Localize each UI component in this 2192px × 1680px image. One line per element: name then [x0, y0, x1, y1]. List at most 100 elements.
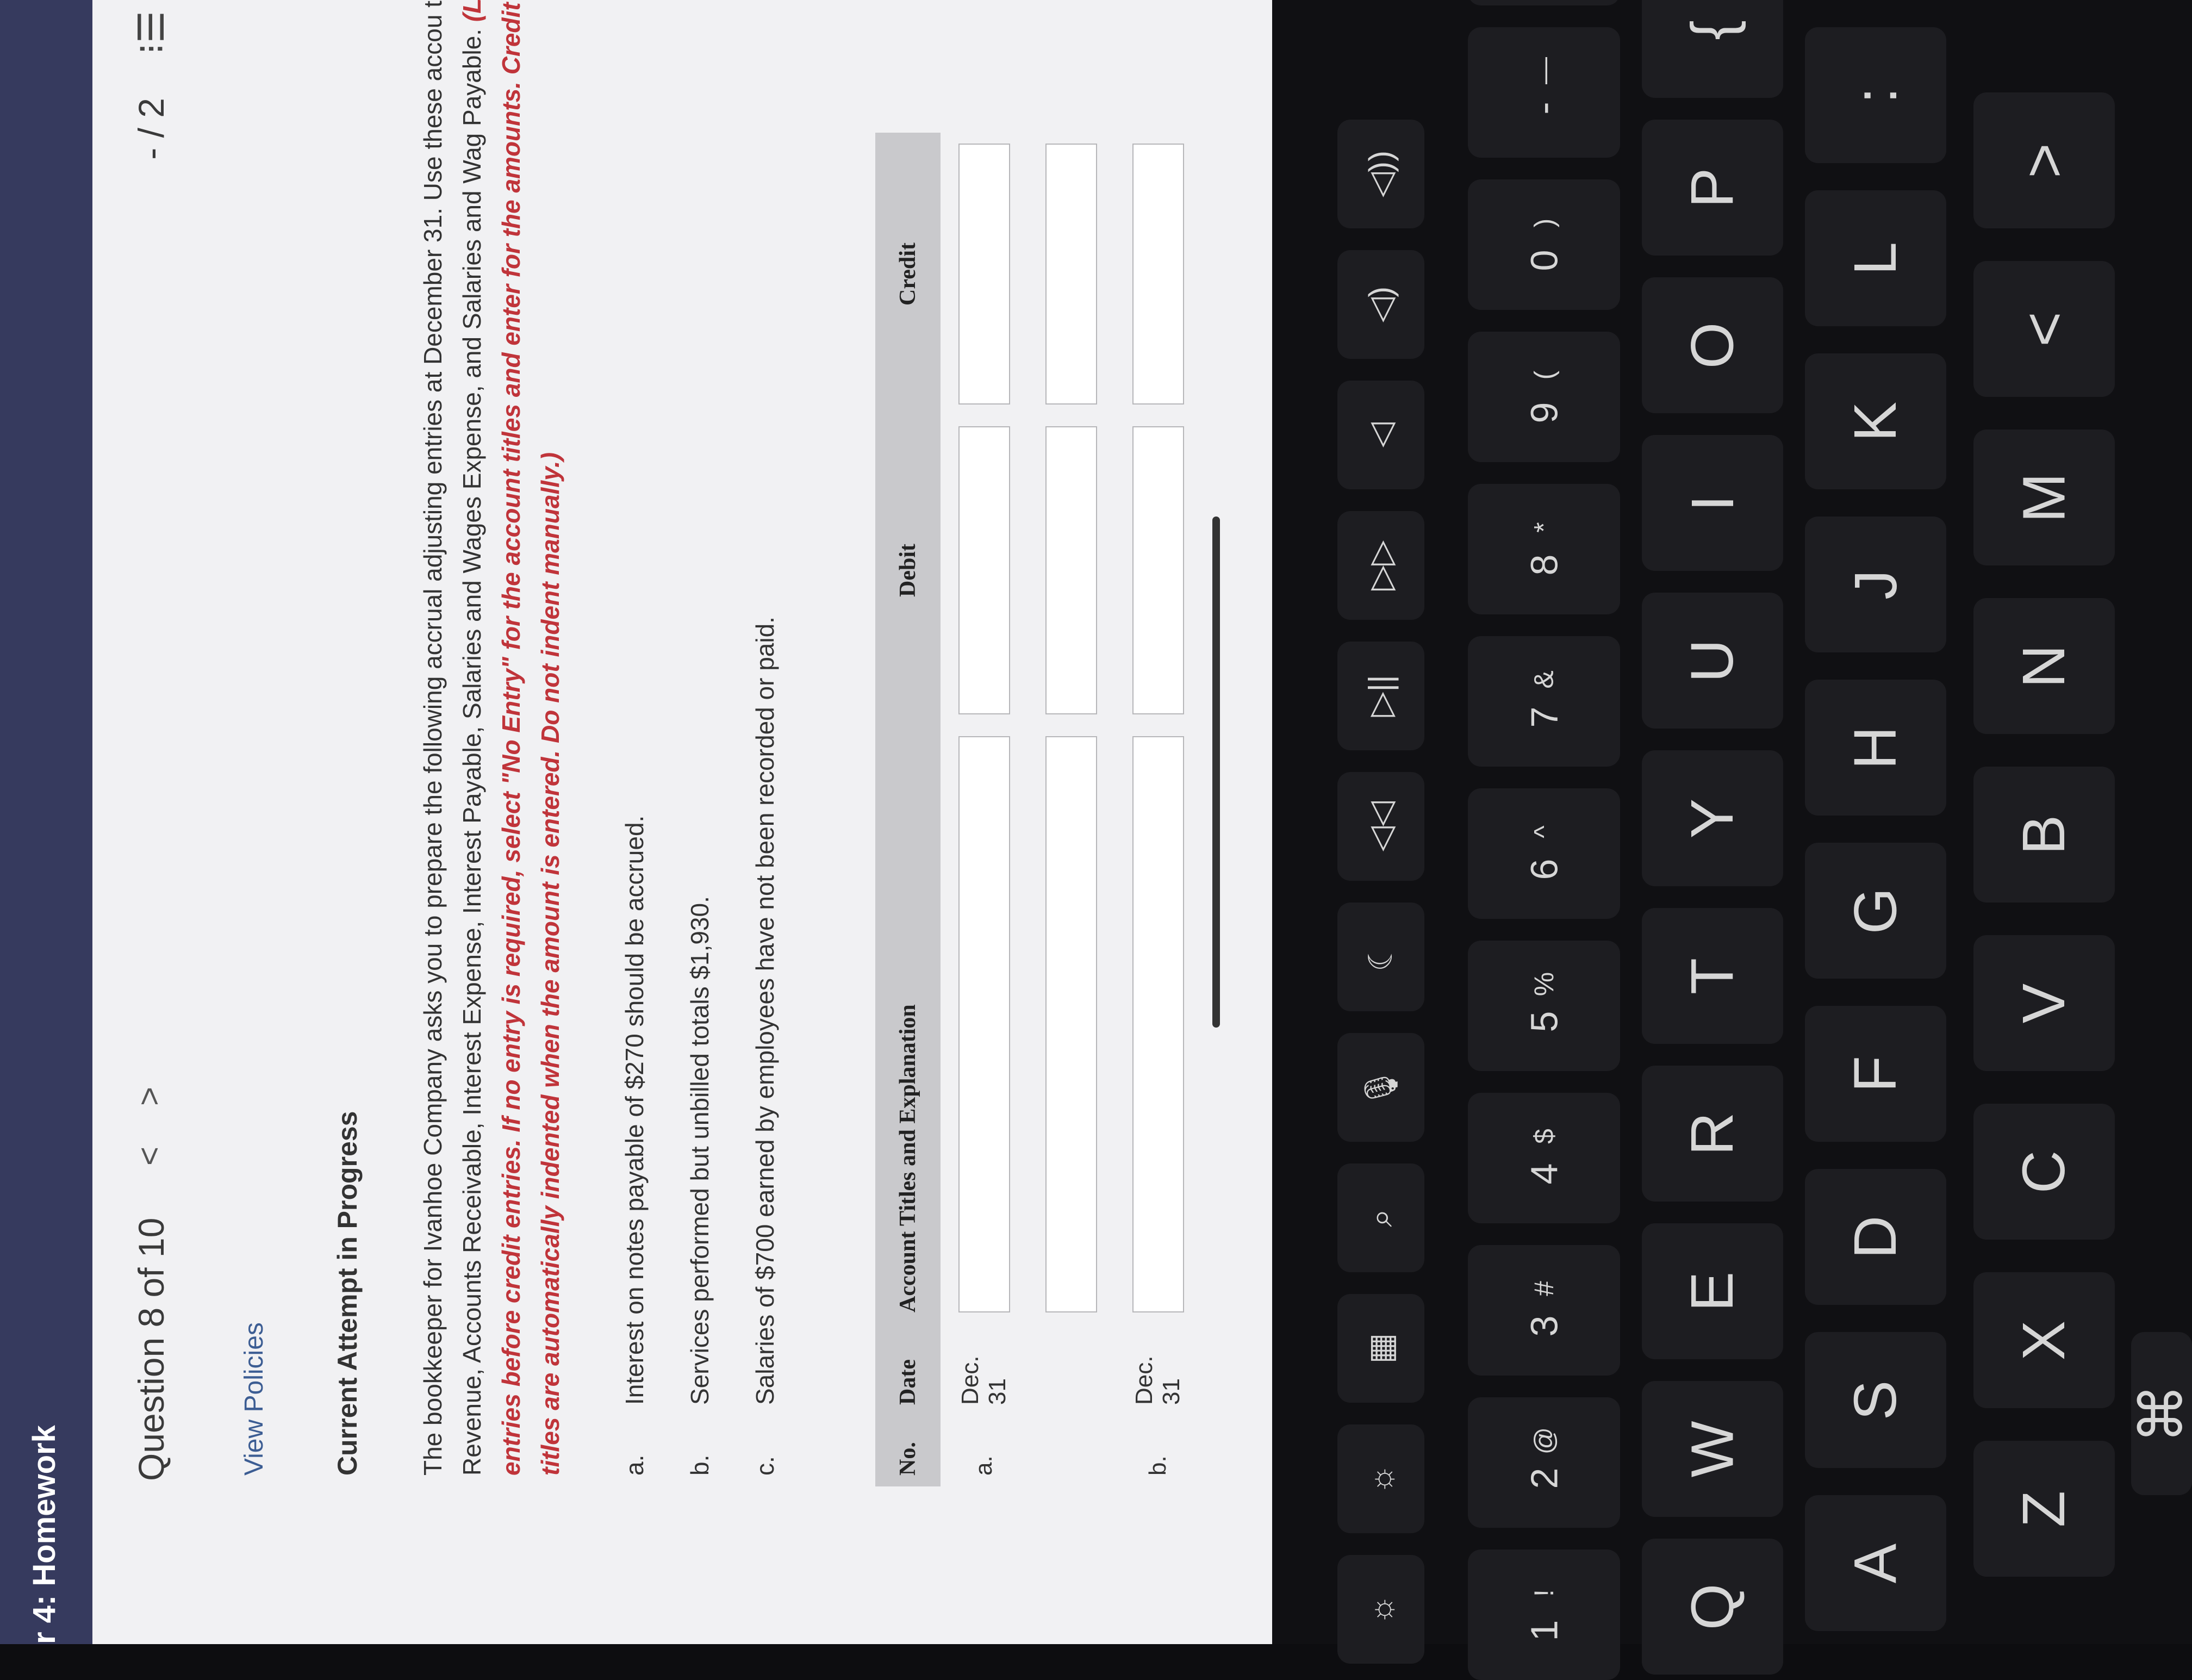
- letter-key[interactable]: {: [1642, 0, 1783, 98]
- letter-key[interactable]: >: [1973, 92, 2115, 228]
- number-key[interactable]: % 5: [1468, 941, 1620, 1071]
- letter-key[interactable]: S: [1805, 1332, 1946, 1468]
- item-letter: a.: [620, 1454, 649, 1476]
- letter-key[interactable]: K: [1805, 353, 1946, 489]
- credit-input[interactable]: [1045, 144, 1097, 405]
- letter-key[interactable]: R: [1642, 1066, 1783, 1202]
- letter-key[interactable]: A: [1805, 1495, 1946, 1631]
- letter-key[interactable]: Q: [1642, 1539, 1783, 1675]
- credit-input[interactable]: [958, 144, 1010, 405]
- number-key-digit: 0: [1523, 250, 1565, 271]
- letter-key[interactable]: V: [1973, 935, 2115, 1071]
- row-no: [1028, 1416, 1114, 1486]
- number-key[interactable]: ! 1: [1468, 1550, 1620, 1680]
- letter-key[interactable]: G: [1805, 843, 1946, 979]
- function-key-label: ☾: [1362, 942, 1399, 972]
- account-title-input[interactable]: [958, 736, 1010, 1312]
- letter-key[interactable]: B: [1973, 767, 2115, 903]
- letter-key[interactable]: H: [1805, 680, 1946, 816]
- number-key[interactable]: @2: [1468, 1397, 1620, 1528]
- row-date: Dec. 31: [957, 1355, 1011, 1405]
- number-key[interactable]: +=: [1468, 0, 1620, 5]
- list-item: a. Interest on notes payable of $270 sho…: [620, 0, 685, 1476]
- header-bar: r 4: Homework: [0, 0, 92, 1644]
- function-key[interactable]: ◁): [1337, 250, 1424, 359]
- letter-key[interactable]: U: [1642, 593, 1783, 729]
- letter-key-label: M: [2010, 472, 2078, 522]
- account-title-input[interactable]: [1132, 736, 1184, 1312]
- function-key[interactable]: ◁◁: [1337, 772, 1424, 881]
- command-key[interactable]: ⌘: [2128, 1332, 2192, 1495]
- letter-key[interactable]: T: [1642, 908, 1783, 1044]
- function-key[interactable]: ☾: [1337, 903, 1424, 1011]
- debit-input[interactable]: [1045, 426, 1097, 714]
- letter-key[interactable]: P: [1642, 120, 1783, 256]
- letter-key-label: H: [1842, 726, 1909, 769]
- letter-key-label: B: [2010, 814, 2078, 855]
- letter-key[interactable]: J: [1805, 517, 1946, 652]
- number-key-digit: 2: [1523, 1467, 1565, 1489]
- function-key[interactable]: ☼: [1337, 1424, 1424, 1533]
- browser-screen: r 4: Homework Question 8 of 10 < > - / 2…: [0, 0, 1272, 1644]
- letter-key[interactable]: E: [1642, 1223, 1783, 1359]
- letter-key[interactable]: F: [1805, 1006, 1946, 1142]
- number-key[interactable]: #3: [1468, 1245, 1620, 1376]
- number-key-symbol: $: [1529, 1129, 1559, 1144]
- letter-key[interactable]: O: [1642, 277, 1783, 413]
- question-list-icon[interactable]: ⁝☰: [130, 11, 172, 54]
- number-key[interactable]: $4: [1468, 1093, 1620, 1223]
- question-counter: Question 8 of 10: [131, 1217, 171, 1481]
- number-key-symbol: &: [1528, 670, 1559, 689]
- view-policies-link[interactable]: View Policies: [239, 1322, 269, 1476]
- function-key[interactable]: ◁: [1337, 381, 1424, 489]
- letter-key[interactable]: M: [1973, 430, 2115, 565]
- number-key-symbol: ): [1529, 218, 1559, 228]
- function-key[interactable]: ▷||: [1337, 642, 1424, 750]
- letter-key[interactable]: I: [1642, 435, 1783, 571]
- next-question-button[interactable]: >: [130, 1087, 168, 1106]
- previous-question-button[interactable]: <: [130, 1147, 168, 1166]
- letter-key[interactable]: W: [1642, 1381, 1783, 1517]
- number-key-digit: 7: [1523, 706, 1565, 728]
- letter-key[interactable]: N: [1973, 598, 2115, 734]
- laptop-keyboard: ☼ ☼ ▦ ⌕ 🎙 ☾ ◁◁ ▷|| ▷▷ ◁ ◁) ◁))! 1 @2 #3 $4% 5 ^ 6 & 7 * 8(9) 0—…: [1272, 0, 2192, 1680]
- number-key-symbol: *: [1529, 522, 1559, 533]
- number-key-symbol: #: [1529, 1281, 1559, 1296]
- letter-key-label: L: [1842, 241, 1909, 275]
- number-key[interactable]: & 7: [1468, 636, 1620, 767]
- letter-key-label: E: [1679, 1271, 1746, 1311]
- function-key[interactable]: ⌕: [1337, 1163, 1424, 1272]
- debit-input[interactable]: [1132, 426, 1184, 714]
- table-row: [1028, 133, 1114, 1486]
- horizontal-scrollbar[interactable]: [1212, 517, 1220, 1028]
- letter-key-label: G: [1842, 887, 1909, 934]
- number-key[interactable]: ) 0: [1468, 179, 1620, 310]
- function-key[interactable]: ▷▷: [1337, 511, 1424, 620]
- number-key[interactable]: ^ 6: [1468, 788, 1620, 919]
- function-key[interactable]: ◁)): [1337, 120, 1424, 228]
- letter-key[interactable]: L: [1805, 190, 1946, 326]
- number-key[interactable]: (9: [1468, 332, 1620, 462]
- letter-key[interactable]: X: [1973, 1272, 2115, 1408]
- number-key-symbol: ^: [1529, 825, 1559, 838]
- function-key[interactable]: 🎙: [1337, 1033, 1424, 1142]
- function-key[interactable]: ▦: [1337, 1294, 1424, 1403]
- letter-key-label: {: [1679, 20, 1746, 40]
- letter-key[interactable]: <: [1973, 261, 2115, 397]
- function-key[interactable]: ☼: [1337, 1555, 1424, 1664]
- number-key[interactable]: — -: [1468, 27, 1620, 158]
- letter-key[interactable]: :: [1805, 27, 1946, 163]
- assignment-title: r 4: Homework: [27, 1425, 62, 1644]
- account-title-input[interactable]: [1045, 736, 1097, 1312]
- letter-key[interactable]: Z: [1973, 1441, 2115, 1577]
- journal-entry-table: No. Date Account Titles and Explanation …: [875, 133, 1201, 1486]
- letter-key[interactable]: C: [1973, 1104, 2115, 1240]
- header-account: Account Titles and Explanation: [875, 725, 941, 1323]
- letter-key[interactable]: Y: [1642, 750, 1783, 886]
- letter-key[interactable]: D: [1805, 1169, 1946, 1305]
- number-key-digit: 1: [1523, 1620, 1565, 1641]
- number-key[interactable]: * 8: [1468, 484, 1620, 614]
- number-key-symbol: (: [1529, 370, 1559, 380]
- debit-input[interactable]: [958, 426, 1010, 714]
- credit-input[interactable]: [1132, 144, 1184, 405]
